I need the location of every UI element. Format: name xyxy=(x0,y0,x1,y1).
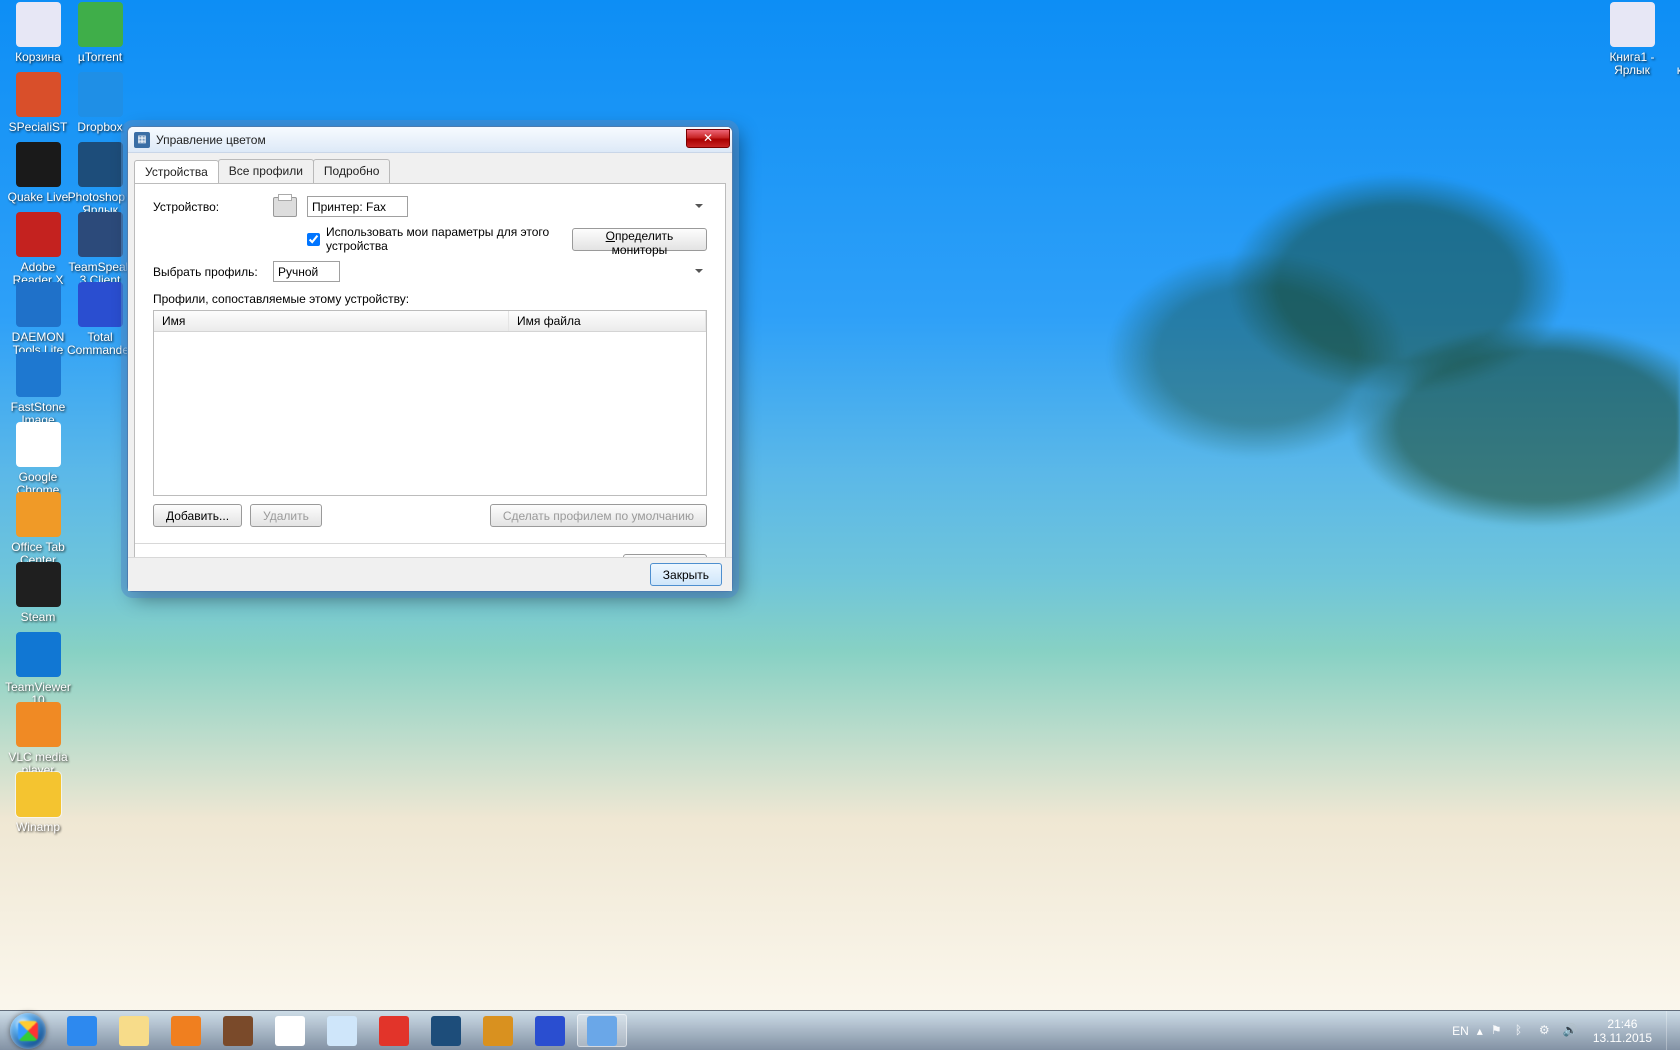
tab-strip: Устройства Все профили Подробно xyxy=(128,153,732,183)
set-default-button: Сделать профилем по умолчанию xyxy=(490,504,707,527)
icon-label: Steam xyxy=(0,610,76,625)
dialog-footer: Закрыть xyxy=(128,557,732,591)
close-button[interactable]: ✕ xyxy=(686,129,730,148)
photoshop-icon xyxy=(431,1016,461,1046)
use-my-settings-input[interactable] xyxy=(307,233,320,246)
titlebar[interactable]: ▦ Управление цветом ✕ xyxy=(128,127,732,153)
taskbar-item-photoshop[interactable] xyxy=(421,1014,471,1047)
taskbar-item-totalcmd[interactable] xyxy=(525,1014,575,1047)
app-icon xyxy=(16,2,61,47)
taskbar-item-colormgmt[interactable] xyxy=(577,1014,627,1047)
device-label: Устройство: xyxy=(153,200,273,214)
desktop-icon[interactable]: Книга1 - Ярлык xyxy=(1596,2,1668,78)
taskbar: EN ▴ ⚑ ᛒ ⚙ 🔊 21:46 13.11.2015 xyxy=(0,1010,1680,1050)
desktop-icon[interactable]: Dropbox xyxy=(62,72,138,135)
add-button[interactable]: Добавить... xyxy=(153,504,242,527)
icon-label: µTorrent xyxy=(62,50,138,65)
use-my-settings-label: Использовать мои параметры для этого уст… xyxy=(326,225,572,253)
clock[interactable]: 21:46 13.11.2015 xyxy=(1587,1017,1658,1045)
start-button[interactable] xyxy=(0,1011,56,1050)
taskbar-item-calendar[interactable] xyxy=(317,1014,367,1047)
show-desktop-button[interactable] xyxy=(1666,1011,1680,1050)
use-my-settings-checkbox[interactable]: Использовать мои параметры для этого уст… xyxy=(307,225,572,253)
app-icon xyxy=(78,72,123,117)
desktop-icon[interactable]: Office Tab Center xyxy=(0,492,76,568)
tab-page-devices: Устройство: Принтер: Fax Использовать мо… xyxy=(134,183,726,585)
network-icon[interactable]: ⚙ xyxy=(1539,1023,1555,1039)
explorer-icon xyxy=(119,1016,149,1046)
app-icon xyxy=(16,142,61,187)
close-dialog-button[interactable]: Закрыть xyxy=(650,563,722,586)
taskbar-item-mediaplayer[interactable] xyxy=(161,1014,211,1047)
windows-orb-icon xyxy=(10,1013,46,1049)
taskbar-item-opera[interactable] xyxy=(369,1014,419,1047)
action-center-icon[interactable]: ⚑ xyxy=(1491,1023,1507,1039)
bluetooth-icon[interactable]: ᛒ xyxy=(1515,1023,1531,1039)
profiles-list[interactable]: Имя Имя файла xyxy=(153,310,707,496)
daemon-icon xyxy=(483,1016,513,1046)
app-icon: ▦ xyxy=(134,132,150,148)
profile-mode-select[interactable]: Ручной xyxy=(273,261,340,282)
app-icon xyxy=(78,212,123,257)
taskbar-item-winrar[interactable] xyxy=(213,1014,263,1047)
app-icon xyxy=(16,632,61,677)
icon-label: Книга1 - Ярлык xyxy=(1596,50,1668,78)
taskbar-item-explorer[interactable] xyxy=(109,1014,159,1047)
app-icon xyxy=(16,702,61,747)
app-icon xyxy=(1610,2,1655,47)
tab-devices[interactable]: Устройства xyxy=(134,160,219,184)
tab-advanced[interactable]: Подробно xyxy=(313,159,391,183)
totalcmd-icon xyxy=(535,1016,565,1046)
list-header: Имя Имя файла xyxy=(154,311,706,332)
desktop-icon[interactable]: Список клиенто... xyxy=(1668,2,1680,78)
app-icon xyxy=(78,282,123,327)
colormgmt-icon xyxy=(587,1016,617,1046)
select-profile-label: Выбрать профиль: xyxy=(153,265,273,279)
desktop-icon[interactable]: Winamp xyxy=(0,772,76,835)
opera-icon xyxy=(379,1016,409,1046)
color-management-window: ▦ Управление цветом ✕ Устройства Все про… xyxy=(127,126,733,592)
winrar-icon xyxy=(223,1016,253,1046)
app-icon xyxy=(78,142,123,187)
taskbar-item-daemon[interactable] xyxy=(473,1014,523,1047)
desktop-icon[interactable]: TeamViewer 10 xyxy=(0,632,76,708)
app-icon xyxy=(16,212,61,257)
app-icon xyxy=(16,282,61,327)
desktop[interactable]: КорзинаSPecialiSTQuake LiveAdobe Reader … xyxy=(0,0,1680,1050)
taskbar-item-ie[interactable] xyxy=(57,1014,107,1047)
device-select[interactable]: Принтер: Fax xyxy=(307,196,408,217)
mediaplayer-icon xyxy=(171,1016,201,1046)
system-tray: EN ▴ ⚑ ᛒ ⚙ 🔊 21:46 13.11.2015 xyxy=(1444,1011,1666,1050)
app-icon xyxy=(16,772,61,817)
desktop-icon[interactable]: Steam xyxy=(0,562,76,625)
desktop-icon[interactable]: VLC media player xyxy=(0,702,76,778)
col-name[interactable]: Имя xyxy=(154,311,509,331)
date: 13.11.2015 xyxy=(1593,1031,1652,1045)
app-icon xyxy=(16,492,61,537)
col-file[interactable]: Имя файла xyxy=(509,311,706,331)
icon-label: Список клиенто... xyxy=(1668,50,1680,78)
tab-all-profiles[interactable]: Все профили xyxy=(218,159,314,183)
taskbar-item-chrome[interactable] xyxy=(265,1014,315,1047)
app-icon xyxy=(16,352,61,397)
profiles-caption: Профили, сопоставляемые этому устройству… xyxy=(153,292,707,306)
language-indicator[interactable]: EN xyxy=(1452,1024,1469,1038)
time: 21:46 xyxy=(1593,1017,1652,1031)
tray-chevron-icon[interactable]: ▴ xyxy=(1477,1024,1483,1038)
printer-icon xyxy=(273,197,297,217)
desktop-icon[interactable]: µTorrent xyxy=(62,2,138,65)
desktop-icon[interactable]: Google Chrome xyxy=(0,422,76,498)
icon-label: Winamp xyxy=(0,820,76,835)
chrome-icon xyxy=(275,1016,305,1046)
remove-button: Удалить xyxy=(250,504,322,527)
detect-monitors-button[interactable]: Определить мониторы xyxy=(572,228,707,251)
volume-icon[interactable]: 🔊 xyxy=(1563,1023,1579,1039)
app-icon xyxy=(16,562,61,607)
calendar-icon xyxy=(327,1016,357,1046)
app-icon xyxy=(16,422,61,467)
app-icon xyxy=(78,2,123,47)
window-title: Управление цветом xyxy=(156,133,266,147)
ie-icon xyxy=(67,1016,97,1046)
app-icon xyxy=(16,72,61,117)
